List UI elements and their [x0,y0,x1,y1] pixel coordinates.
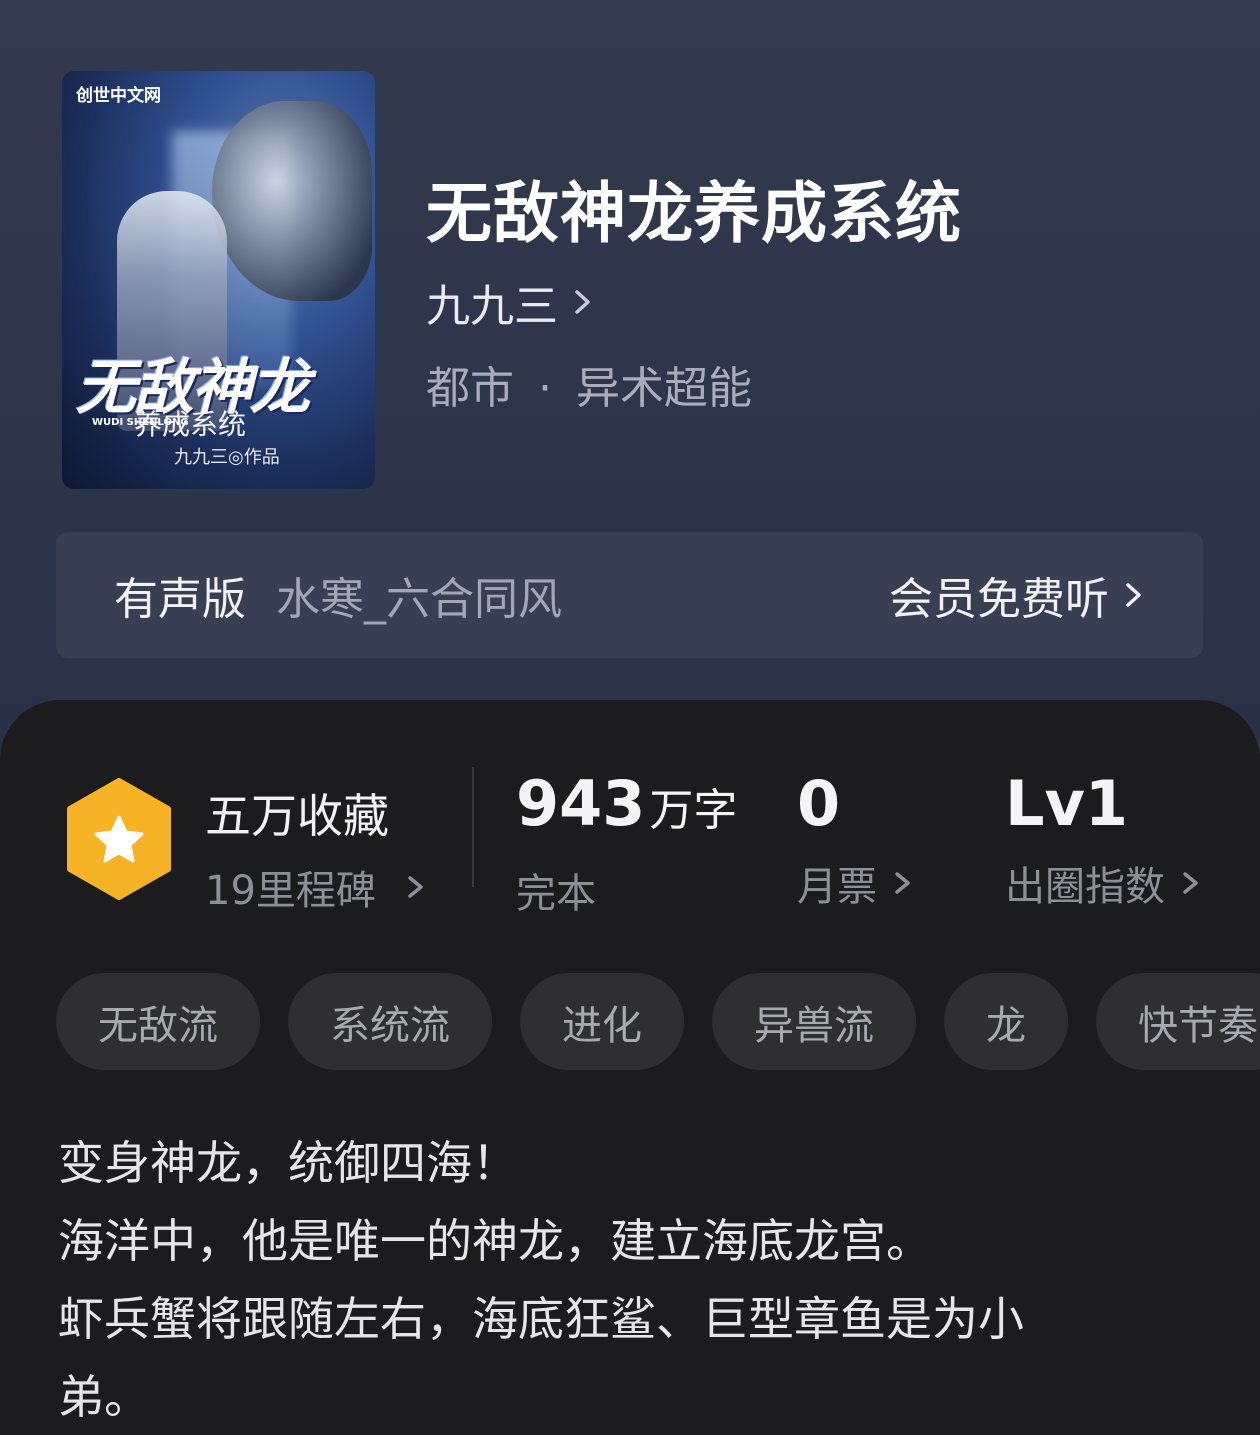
genre-primary[interactable]: 都市 [426,363,514,414]
author-name: 九九三 [426,281,558,332]
stats-divider [472,767,474,887]
chevron-right-icon [575,290,590,314]
description-line: 虾兵蟹将跟随左右，海底狂鲨、巨型章鱼是为小 [58,1292,1024,1346]
popularity-level-stat[interactable]: Lv1 出圈指数 [1005,770,1201,912]
popularity-level-value: Lv1 [1005,767,1129,840]
audiobook-bar[interactable]: 有声版 水寒_六合同风 会员免费听 [56,532,1203,658]
tag-chip[interactable]: 快节奏 [1096,973,1260,1070]
genre-line: 都市 · 异术超能 [426,352,752,416]
audiobook-narrator: 水寒_六合同风 [276,574,562,625]
chevron-right-icon [895,872,910,894]
word-count-unit: 万字 [649,785,738,836]
word-count-stat: 943万字 完本 [516,770,737,919]
favorites-stat[interactable]: 五万收藏 19里程碑 [205,780,426,916]
description-line: 海洋中，他是唯一的神龙，建立海底龙宫。 [58,1214,932,1268]
milestones-label: 19里程碑 [205,868,376,914]
monthly-tickets-value: 0 [797,767,841,840]
completion-status: 完本 [516,871,596,917]
tag-chip[interactable]: 进化 [520,973,684,1070]
member-free-listen-button[interactable]: 会员免费听 [889,563,1145,627]
description-line: 弟。 [58,1370,150,1424]
favorites-count: 五万收藏 [205,789,389,843]
book-cover[interactable]: 创世中文网 无敌神龙 WUDI SHENLONG 养成系统 九九三◎作品 [62,71,375,489]
book-title: 无敌神龙养成系统 [426,174,962,252]
genre-separator: · [538,363,552,414]
member-free-listen-label: 会员免费听 [889,574,1109,625]
word-count-value: 943 [516,767,646,840]
chevron-right-icon [408,876,423,898]
book-description[interactable]: 变身神龙，统御四海！ 海洋中，他是唯一的神龙，建立海底龙宫。 虾兵蟹将跟随左右，… [58,1124,1208,1435]
genre-secondary[interactable]: 异术超能 [576,363,752,414]
tag-chip[interactable]: 无敌流 [56,973,260,1070]
popularity-level-label: 出圈指数 [1005,864,1165,910]
monthly-tickets-label: 月票 [797,864,877,910]
publisher-logo: 创世中文网 [76,86,161,106]
monthly-tickets-stat[interactable]: 0 月票 [797,770,913,912]
cover-subtitle: 养成系统 [134,408,247,441]
star-hexagon-icon [67,778,171,900]
chevron-right-icon [1183,872,1198,894]
audiobook-label: 有声版 [114,574,246,625]
tag-list: 无敌流 系统流 进化 异兽流 龙 快节奏 [56,973,1260,1073]
book-header: 创世中文网 无敌神龙 WUDI SHENLONG 养成系统 九九三◎作品 无敌神… [0,0,1260,760]
chevron-right-icon [1126,583,1141,607]
cover-author-mark: 九九三◎作品 [174,447,280,468]
description-line: 变身神龙，统御四海！ [58,1136,518,1190]
tag-chip[interactable]: 异兽流 [712,973,916,1070]
tag-chip[interactable]: 系统流 [288,973,492,1070]
author-link[interactable]: 九九三 [426,270,594,334]
tag-chip[interactable]: 龙 [944,973,1068,1070]
